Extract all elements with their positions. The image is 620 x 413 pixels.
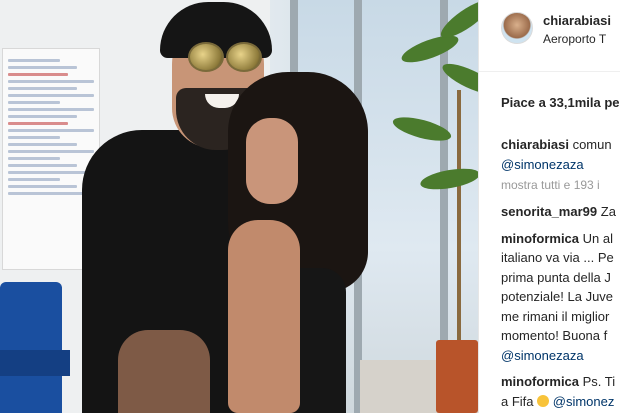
blue-chair-seat: [0, 350, 70, 376]
caption-mention-line: @simonezaza: [501, 155, 620, 175]
comment-mention[interactable]: @simonezaza: [501, 348, 584, 363]
comment-author[interactable]: senorita_mar99: [501, 204, 597, 219]
comments-list: chiarabiasi comun @simonezaza mostra tut…: [501, 135, 620, 411]
list-item: senorita_mar99 Za: [501, 202, 620, 222]
comment-text: Za: [600, 204, 616, 219]
caption: chiarabiasi comun: [501, 135, 620, 155]
post-photo[interactable]: [0, 0, 478, 413]
comment-text-line: a Fifa @simonez: [501, 392, 620, 412]
blue-chair: [0, 282, 62, 413]
comment-text-line: prima punta della J: [501, 269, 611, 285]
sunglasses-lens-right: [226, 42, 262, 72]
comment-mention[interactable]: @simonez: [553, 394, 615, 409]
plant-stem: [457, 90, 461, 345]
comment-text: a Fifa: [501, 393, 534, 409]
comment-text: Un al: [582, 230, 613, 246]
man-tattooed-arm: [118, 330, 210, 413]
comment-text: Ps. Ti: [582, 374, 616, 389]
comment-text-line: italiano va via ... Pe: [501, 250, 614, 265]
grinning-emoji-icon: [537, 394, 550, 407]
woman-arm: [228, 220, 300, 413]
caption-mention[interactable]: @simonezaza: [501, 157, 584, 172]
avatar[interactable]: [501, 12, 533, 44]
comment-mention-line: @simonezaza: [501, 346, 620, 366]
comment-author[interactable]: minoformica: [501, 231, 579, 246]
likes-count[interactable]: Piace a 33,1mila pe: [501, 95, 620, 110]
comment-text-line: momento! Buona f: [501, 328, 608, 343]
post-sidebar: chiarabiasi Aeroporto T Piace a 33,1mila…: [478, 0, 620, 413]
list-item: minoformica Un al: [501, 229, 620, 249]
plant-pot: [436, 340, 478, 413]
sunglasses-lens-left: [188, 42, 224, 72]
load-more-comments[interactable]: mostra tutti e 193 i: [501, 176, 620, 195]
comment-author[interactable]: minoformica: [501, 374, 579, 389]
post-location[interactable]: Aeroporto T: [543, 32, 606, 46]
comment-text-line: potenziale! La Juve: [501, 289, 614, 304]
post-username[interactable]: chiarabiasi: [543, 13, 611, 28]
post-header: chiarabiasi Aeroporto T: [479, 0, 620, 72]
caption-author[interactable]: chiarabiasi: [501, 137, 569, 152]
caption-text: comun: [572, 137, 612, 152]
list-item: minoformica Ps. Ti: [501, 372, 620, 392]
comment-text-line: me rimani il miglior: [501, 308, 610, 324]
woman-face: [246, 118, 298, 204]
